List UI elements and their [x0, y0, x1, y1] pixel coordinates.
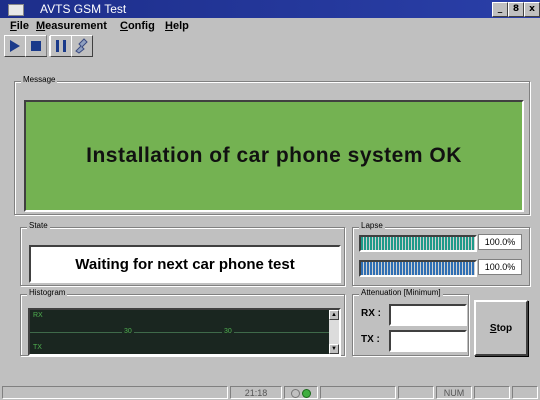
- probe-button[interactable]: [71, 35, 93, 57]
- menu-bar: File Measurement Config Help: [0, 19, 540, 35]
- histogram-scrollbar[interactable]: ▲ ▼: [329, 310, 339, 354]
- app-window: AVTS GSM Test _ 8 x File Measurement Con…: [0, 0, 540, 400]
- pause-button[interactable]: [50, 35, 72, 57]
- histogram-tx-label: TX: [33, 344, 42, 351]
- app-icon: [8, 4, 24, 16]
- attenuation-group: Attenuation [Minimum] RX : TX :: [352, 288, 469, 356]
- scroll-down-arrow[interactable]: ▼: [329, 344, 339, 354]
- state-text: Waiting for next car phone test: [75, 255, 295, 273]
- menu-config-mnemonic: C: [120, 20, 128, 32]
- menu-file-mnemonic: F: [10, 20, 17, 32]
- play-icon: [10, 40, 20, 52]
- lapse-bar-1-fill: [361, 237, 475, 250]
- message-group-label: Message: [21, 75, 58, 84]
- title-bar[interactable]: AVTS GSM Test _ 8 x: [0, 0, 540, 18]
- state-box: Waiting for next car phone test: [29, 245, 341, 283]
- menu-config[interactable]: Config: [120, 20, 155, 32]
- window-title: AVTS GSM Test: [40, 2, 127, 16]
- status-panel-blank-2: [398, 386, 434, 399]
- lapse-percent-2: 100.0%: [478, 259, 522, 275]
- histogram-tick-2: 30: [222, 328, 234, 335]
- status-num: NUM: [436, 386, 472, 399]
- state-group: State Waiting for next car phone test: [20, 221, 345, 286]
- status-bar: 21:18 NUM: [0, 384, 540, 400]
- status-panel-blank-3: [474, 386, 510, 399]
- state-group-label: State: [27, 221, 50, 230]
- menu-measurement-mnemonic: M: [36, 20, 46, 32]
- menu-file-label: ile: [16, 20, 29, 32]
- status-panel-blank-1: [320, 386, 396, 399]
- status-panel-blank-4: [512, 386, 538, 399]
- message-panel: Installation of car phone system OK: [24, 100, 524, 212]
- attenuation-rx-label: RX :: [361, 308, 381, 319]
- menu-help-label: elp: [172, 20, 189, 32]
- attenuation-group-label: Attenuation [Minimum]: [359, 288, 443, 297]
- menu-measurement-label: easurement: [45, 20, 107, 32]
- stop-button-mnemonic: S: [489, 322, 497, 334]
- menu-help[interactable]: Help: [165, 20, 189, 32]
- scroll-up-arrow[interactable]: ▲: [329, 310, 339, 320]
- message-text: Installation of car phone system OK: [86, 144, 462, 167]
- lapse-bar-2: [359, 260, 477, 277]
- histogram-group: Histogram RX TX 30 30 ▲ ▼: [20, 288, 345, 356]
- menu-help-mnemonic: H: [165, 20, 173, 32]
- status-indicators: [284, 386, 318, 399]
- status-panel-main: [2, 386, 228, 399]
- stop-button[interactable]: Stop: [474, 300, 528, 356]
- pause-icon: [56, 40, 66, 52]
- stop-toolbar-button[interactable]: [25, 35, 47, 57]
- stop-icon: [31, 41, 41, 51]
- hand-icon: [75, 38, 88, 54]
- stop-button-label: top: [496, 322, 513, 334]
- menu-file[interactable]: File: [10, 20, 29, 32]
- close-button[interactable]: x: [524, 2, 540, 17]
- play-button[interactable]: [4, 35, 26, 57]
- status-time: 21:18: [230, 386, 282, 399]
- menu-config-label: onfig: [127, 20, 155, 32]
- histogram-display: RX TX 30 30 ▲ ▼: [28, 308, 341, 356]
- histogram-group-label: Histogram: [27, 288, 68, 297]
- message-group: Message Installation of car phone system…: [14, 75, 530, 215]
- histogram-rx-label: RX: [33, 312, 43, 319]
- indicator-green-icon: [302, 389, 312, 399]
- lapse-percent-1: 100.0%: [478, 234, 522, 250]
- lapse-bar-2-fill: [361, 262, 475, 275]
- maximize-button[interactable]: 8: [508, 2, 524, 17]
- lapse-group: Lapse 100.0% 100.0%: [352, 221, 530, 286]
- indicator-empty-icon: [290, 389, 300, 399]
- lapse-bar-1: [359, 235, 477, 252]
- attenuation-tx-field[interactable]: [389, 330, 467, 352]
- attenuation-tx-label: TX :: [361, 334, 380, 345]
- menu-measurement[interactable]: Measurement: [36, 20, 107, 32]
- attenuation-rx-field[interactable]: [389, 304, 467, 326]
- histogram-axis: [30, 332, 329, 333]
- lapse-group-label: Lapse: [359, 221, 385, 230]
- minimize-button[interactable]: _: [492, 2, 508, 17]
- histogram-tick-1: 30: [122, 328, 134, 335]
